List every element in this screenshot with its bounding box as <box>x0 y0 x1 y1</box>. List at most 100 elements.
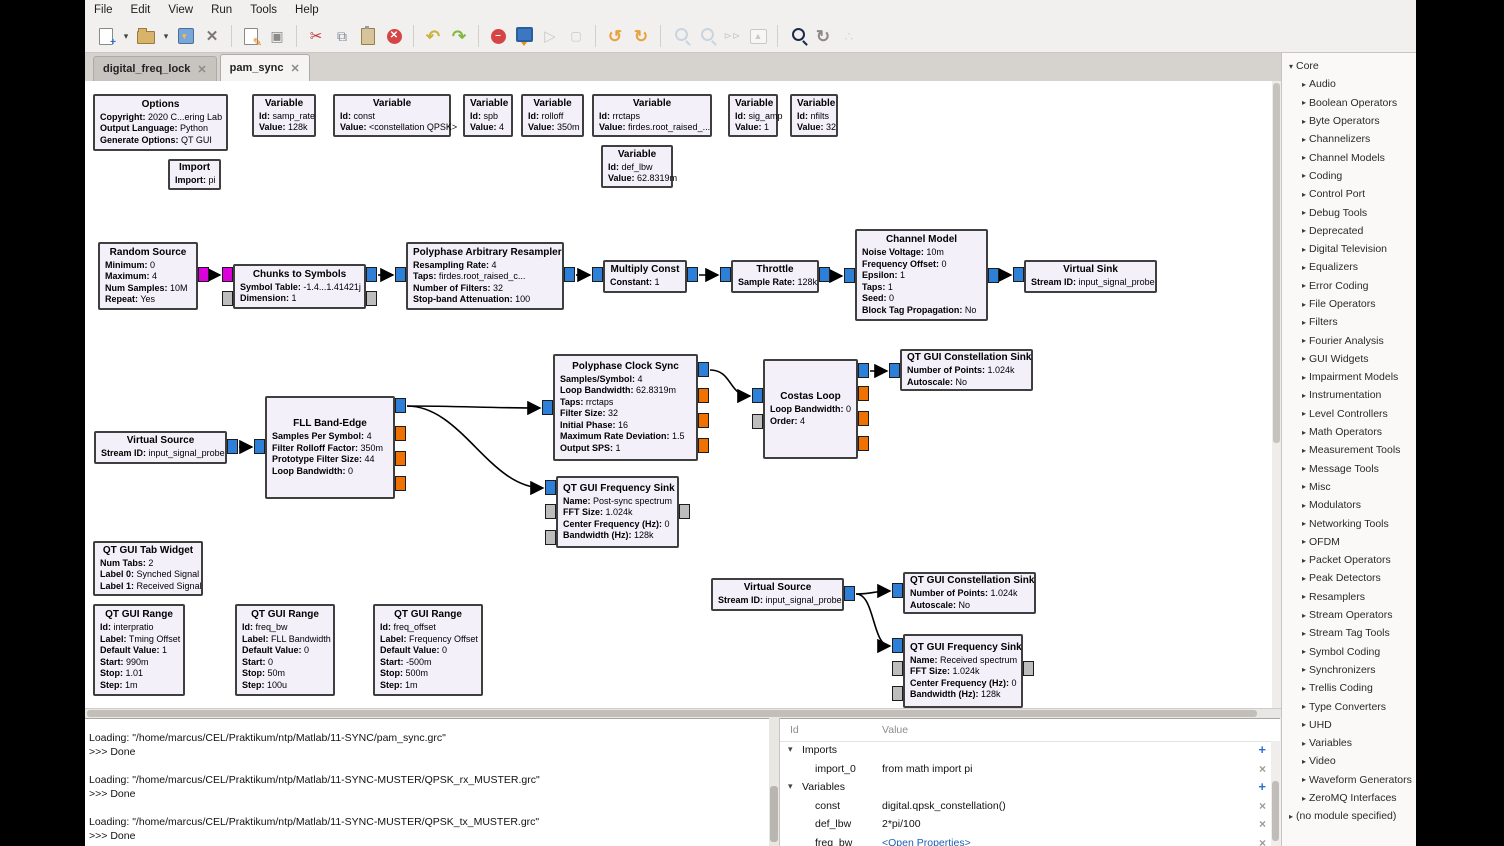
expand-triangle-icon[interactable]: ▸ <box>1299 519 1309 528</box>
sidebar-category-math-operators[interactable]: ▸Math Operators <box>1282 423 1416 441</box>
sidebar-category-symbol-coding[interactable]: ▸Symbol Coding <box>1282 643 1416 661</box>
sidebar-category-boolean-operators[interactable]: ▸Boolean Operators <box>1282 94 1416 112</box>
menu-help[interactable]: Help <box>286 1 328 18</box>
group-row-imports[interactable]: ▾Imports+ <box>780 742 1280 761</box>
sidebar-category-digital-television[interactable]: ▸Digital Television <box>1282 240 1416 258</box>
fll-band-edge-block-out-port[interactable] <box>395 476 406 491</box>
expand-triangle-icon[interactable]: ▸ <box>1299 80 1309 89</box>
expand-triangle-icon[interactable]: ▸ <box>1299 556 1309 565</box>
tab-close-icon[interactable]: ✕ <box>197 63 206 76</box>
variable-rrctaps[interactable]: VariableId: rrctapsValue: firdes.root_ra… <box>592 94 712 137</box>
sidebar-category-type-converters[interactable]: ▸Type Converters <box>1282 697 1416 715</box>
variable-row-import_0[interactable]: import_0from math import pi× <box>780 761 1280 780</box>
add-imports-button[interactable]: + <box>1258 743 1266 757</box>
new-flowgraph-button[interactable]: + <box>94 23 118 49</box>
sidebar-category-video[interactable]: ▸Video <box>1282 752 1416 770</box>
sidebar-category-impairment-models[interactable]: ▸Impairment Models <box>1282 368 1416 386</box>
virtual-sink-block-in-port[interactable] <box>1013 267 1024 282</box>
sidebar-category-variables[interactable]: ▸Variables <box>1282 734 1416 752</box>
sidebar-category-byte-operators[interactable]: ▸Byte Operators <box>1282 112 1416 130</box>
add-variables-button[interactable]: + <box>1258 780 1266 794</box>
expand-triangle-icon[interactable]: ▸ <box>1299 300 1309 309</box>
qt-gui-frequency-sink-mid-block-out-port[interactable] <box>679 504 690 519</box>
sidebar-category-peak-detectors[interactable]: ▸Peak Detectors <box>1282 569 1416 587</box>
channel-model-block[interactable]: Channel ModelNoise Voltage: 10mFrequency… <box>855 229 988 321</box>
sidebar-category-control-port[interactable]: ▸Control Port <box>1282 185 1416 203</box>
sidebar-category-gui-widgets[interactable]: ▸GUI Widgets <box>1282 350 1416 368</box>
expand-triangle-icon[interactable]: ▸ <box>1299 446 1309 455</box>
costas-loop-block-in-port[interactable] <box>752 414 763 429</box>
canvas-vscrollbar-thumb[interactable] <box>1273 83 1280 443</box>
tab-pam_sync[interactable]: pam_sync✕ <box>220 54 310 81</box>
execute-button[interactable]: ▷ <box>538 23 562 49</box>
polyphase-clock-sync-block-out-port[interactable] <box>698 362 709 377</box>
chunks-to-symbols-block-out-port[interactable] <box>366 291 377 306</box>
zoom-in-button[interactable] <box>668 23 692 49</box>
chunks-to-symbols-block-out-port[interactable] <box>366 267 377 282</box>
expand-triangle-icon[interactable]: ▸ <box>1299 391 1309 400</box>
polyphase-clock-sync-block-in-port[interactable] <box>542 400 553 415</box>
sidebar-category-waveform-generators[interactable]: ▸Waveform Generators <box>1282 771 1416 789</box>
menu-view[interactable]: View <box>159 1 202 18</box>
sidebar-category-instrumentation[interactable]: ▸Instrumentation <box>1282 386 1416 404</box>
console-scrollbar[interactable] <box>769 718 779 846</box>
expand-triangle-icon[interactable]: ▸ <box>1299 336 1309 345</box>
sidebar-category-channel-models[interactable]: ▸Channel Models <box>1282 148 1416 166</box>
rotate-ccw-button[interactable]: ↺ <box>603 23 627 49</box>
open-properties-link[interactable]: <Open Properties> <box>882 837 971 846</box>
group-row-variables[interactable]: ▾Variables+ <box>780 779 1280 798</box>
expand-triangle-icon[interactable]: ▸ <box>1299 153 1309 162</box>
expand-triangle-icon[interactable]: ▸ <box>1286 812 1296 821</box>
expand-triangle-icon[interactable]: ▸ <box>1299 629 1309 638</box>
sidebar-category-audio[interactable]: ▸Audio <box>1282 75 1416 93</box>
canvas-vscrollbar[interactable] <box>1272 81 1281 708</box>
collapse-triangle-icon[interactable]: ▾ <box>788 781 793 792</box>
sidebar-category-synchronizers[interactable]: ▸Synchronizers <box>1282 661 1416 679</box>
collapse-triangle-icon[interactable]: ▾ <box>788 744 793 755</box>
virtual-source-bottom-block-out-port[interactable] <box>844 586 855 601</box>
expand-triangle-icon[interactable]: ▸ <box>1299 684 1309 693</box>
sidebar-category-core[interactable]: ▾Core <box>1282 57 1416 75</box>
virtual-source-mid-block[interactable]: Virtual SourceStream ID: input_signal_pr… <box>94 431 227 464</box>
paste-button[interactable] <box>356 23 380 49</box>
generate-button[interactable] <box>512 23 536 49</box>
random-source-block-out-port[interactable] <box>198 267 209 282</box>
qt-gui-constellation-sink-top-block[interactable]: QT GUI Constellation SinkNumber of Point… <box>900 349 1033 391</box>
multiply-const-block-in-port[interactable] <box>592 267 603 282</box>
fll-band-edge-block[interactable]: FLL Band-EdgeSamples Per Symbol: 4Filter… <box>265 396 395 499</box>
sidebar-category-ofdm[interactable]: ▸OFDM <box>1282 533 1416 551</box>
qt-gui-range-freq-bw-block[interactable]: QT GUI RangeId: freq_bwLabel: FLL Bandwi… <box>235 604 335 696</box>
expand-triangle-icon[interactable]: ▸ <box>1299 592 1309 601</box>
expand-triangle-icon[interactable]: ▸ <box>1299 757 1309 766</box>
expand-triangle-icon[interactable]: ▸ <box>1299 482 1309 491</box>
cut-button[interactable]: ✂ <box>304 23 328 49</box>
redo-button[interactable]: ↷ <box>447 23 471 49</box>
window-button[interactable]: ▣ <box>265 23 289 49</box>
expand-triangle-icon[interactable]: ▸ <box>1299 281 1309 290</box>
delete-button[interactable]: ✕ <box>382 23 406 49</box>
qt-gui-constellation-sink-bottom-block-in-port[interactable] <box>892 583 903 598</box>
expand-triangle-icon[interactable]: ▸ <box>1299 171 1309 180</box>
expand-triangle-icon[interactable]: ▸ <box>1299 739 1309 748</box>
qt-gui-constellation-sink-bottom-block[interactable]: QT GUI Constellation SinkNumber of Point… <box>903 572 1036 614</box>
sidebar-category-equalizers[interactable]: ▸Equalizers <box>1282 258 1416 276</box>
throttle-block-out-port[interactable] <box>819 267 830 282</box>
undo-button[interactable]: ↶ <box>421 23 445 49</box>
qt-gui-frequency-sink-bottom-block-out-port[interactable] <box>1023 661 1034 676</box>
costas-loop-block-in-port[interactable] <box>752 388 763 403</box>
menu-run[interactable]: Run <box>202 1 241 18</box>
canvas-hscrollbar-thumb[interactable] <box>87 710 1257 717</box>
sidebar-category-error-coding[interactable]: ▸Error Coding <box>1282 277 1416 295</box>
expand-triangle-icon[interactable]: ▸ <box>1299 354 1309 363</box>
import-block[interactable]: ImportImport: pi <box>168 159 221 190</box>
virtual-source-mid-block-out-port[interactable] <box>227 439 238 454</box>
menu-tools[interactable]: Tools <box>241 1 286 18</box>
expand-triangle-icon[interactable]: ▸ <box>1299 794 1309 803</box>
fll-band-edge-block-out-port[interactable] <box>395 398 406 413</box>
remove-variable-button[interactable]: × <box>1259 799 1266 813</box>
flowgraph-properties-button[interactable]: ✎ <box>239 23 263 49</box>
expand-triangle-icon[interactable]: ▸ <box>1299 464 1309 473</box>
expand-triangle-icon[interactable]: ▸ <box>1299 245 1309 254</box>
virtual-source-bottom-block[interactable]: Virtual SourceStream ID: input_signal_pr… <box>711 578 844 611</box>
fll-band-edge-block-in-port[interactable] <box>254 439 265 454</box>
